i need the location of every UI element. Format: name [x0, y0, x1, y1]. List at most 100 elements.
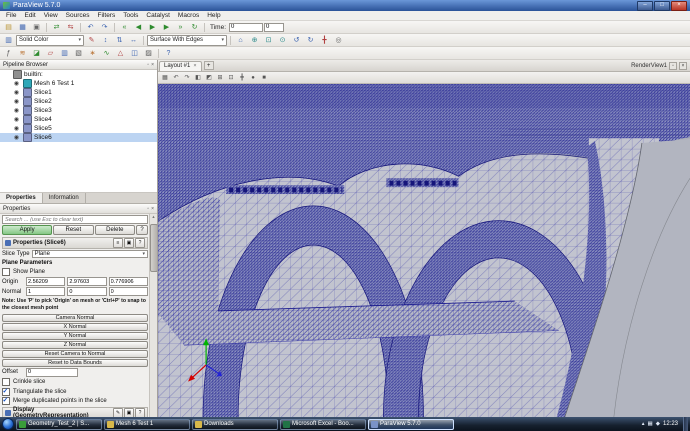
visibility-eye-icon[interactable]: ◉ [12, 107, 21, 114]
display-help-icon[interactable]: ? [135, 408, 145, 417]
menu-catalyst[interactable]: Catalyst [142, 12, 173, 19]
connect-server-icon[interactable]: ⇄ [50, 21, 63, 33]
save-state-icon[interactable]: ▦ [16, 21, 29, 33]
properties-scrollbar[interactable]: ▲ [149, 214, 157, 417]
camera-undo-icon[interactable]: ↶ [171, 73, 181, 82]
interactive-select-cells-icon[interactable]: ╋ [237, 73, 247, 82]
checkbox-icon[interactable] [2, 378, 10, 386]
origin-x-input[interactable] [26, 277, 66, 286]
time-index-input[interactable] [264, 22, 285, 32]
interactive-select-points-icon[interactable]: ● [248, 73, 258, 82]
undo-icon[interactable]: ↶ [84, 21, 97, 33]
reset-button[interactable]: Reset [53, 225, 94, 235]
show-plane-checkbox[interactable] [2, 267, 10, 276]
vcr-next-frame-icon[interactable]: ▶ [160, 21, 173, 33]
rotate-left-90-icon[interactable]: ↺ [290, 34, 303, 46]
copy-properties-icon[interactable]: ≡ [113, 238, 123, 248]
close-view-icon[interactable]: × [679, 61, 687, 70]
visibility-eye-icon[interactable]: ◉ [12, 89, 21, 96]
normal-x-input[interactable] [26, 287, 66, 296]
menu-view[interactable]: View [40, 12, 62, 19]
undock-icon[interactable]: ▫ [147, 206, 149, 212]
visibility-eye-icon[interactable]: ◉ [12, 98, 21, 105]
zoom-to-data-icon[interactable]: ⊕ [248, 34, 261, 46]
select-cells-on-icon[interactable]: ◧ [193, 73, 203, 82]
copy-display-icon[interactable]: ▣ [124, 408, 134, 417]
glyph-filter-icon[interactable]: ∗ [86, 47, 99, 59]
color-legend-icon[interactable]: ▥ [2, 34, 15, 46]
title-bar[interactable]: ParaView 5.7.0 – □ × [0, 0, 690, 11]
select-cells-through-icon[interactable]: ⊞ [215, 73, 225, 82]
menu-tools[interactable]: Tools [119, 12, 142, 19]
warp-filter-icon[interactable]: △ [114, 47, 127, 59]
extract-level-filter-icon[interactable]: ▨ [142, 47, 155, 59]
search-input[interactable] [2, 215, 148, 224]
calculator-filter-icon[interactable]: ƒ [2, 47, 15, 59]
close-dock-icon[interactable]: × [151, 206, 154, 212]
reset-to-data-bounds-button[interactable]: Reset to Data Bounds [2, 358, 148, 367]
pipeline-item-mesh-6-test-1[interactable]: ◉ Mesh 6 Test 1 [0, 79, 157, 88]
stream-tracer-filter-icon[interactable]: ∿ [100, 47, 113, 59]
vcr-previous-frame-icon[interactable]: ◀ [132, 21, 145, 33]
clip-filter-icon[interactable]: ◪ [30, 47, 43, 59]
representation-toolbar-select[interactable]: Surface With Edges ▾ [147, 34, 227, 46]
taskbar-button-paraview-5-7-0[interactable]: ParaView 5.7.0 [368, 418, 454, 430]
slice-type-select[interactable]: Plane ▾ [31, 250, 148, 258]
capture-screenshot-icon[interactable]: ▣ [30, 21, 43, 33]
threshold-filter-icon[interactable]: ▥ [58, 47, 71, 59]
center-axes-visibility-icon[interactable]: ◎ [332, 34, 345, 46]
z-normal-button[interactable]: Z Normal [2, 340, 148, 349]
checkbox-icon[interactable] [2, 387, 10, 396]
slice-filter-icon[interactable]: ▱ [44, 47, 57, 59]
edit-color-map-icon[interactable]: ✎ [85, 34, 98, 46]
y-normal-button[interactable]: Y Normal [2, 331, 148, 340]
render-viewport[interactable] [158, 84, 690, 417]
clock[interactable]: 12:23 [663, 421, 678, 427]
show-desktop-button[interactable] [683, 417, 688, 431]
tab-properties[interactable]: Properties [0, 193, 43, 203]
origin-y-input[interactable] [67, 277, 107, 286]
network-icon[interactable]: ▦ [648, 421, 653, 427]
pipeline-item-slice1[interactable]: ◉ Slice1 [0, 88, 157, 97]
vcr-play-icon[interactable]: ▶ [146, 21, 159, 33]
checkbox-row-merge-duplicated-points-in-the-slice[interactable]: Merge duplicated points in the slice [2, 396, 148, 405]
reset-camera-closest-icon[interactable]: ⊙ [276, 34, 289, 46]
reset-camera-to-normal-button[interactable]: Reset Camera to Normal [2, 349, 148, 358]
zoom-to-box-icon[interactable]: ⊡ [262, 34, 275, 46]
menu-filters[interactable]: Filters [94, 12, 120, 19]
show-plane-row[interactable]: Show Plane [2, 267, 148, 276]
close-tab-icon[interactable]: × [193, 63, 196, 69]
filters-help-icon[interactable]: ? [162, 47, 175, 59]
normal-y-input[interactable] [67, 287, 107, 296]
maximize-button[interactable]: □ [654, 0, 670, 11]
pipeline-item-slice6[interactable]: ◉ Slice6 [0, 133, 157, 142]
pipeline-item-slice5[interactable]: ◉ Slice5 [0, 124, 157, 133]
tab-information[interactable]: Information [43, 193, 86, 203]
camera-redo-icon[interactable]: ↷ [182, 73, 192, 82]
x-normal-button[interactable]: X Normal [2, 322, 148, 331]
checkbox-icon[interactable] [2, 396, 10, 405]
rescale-to-data-range-icon[interactable]: ↕ [99, 34, 112, 46]
pipeline-item-slice2[interactable]: ◉ Slice2 [0, 97, 157, 106]
hover-cells-icon[interactable]: ■ [259, 73, 269, 82]
tray-expand-icon[interactable]: ▴ [642, 421, 645, 427]
section-help-icon[interactable]: ? [135, 238, 145, 248]
visibility-eye-icon[interactable]: ◉ [12, 116, 21, 123]
redo-icon[interactable]: ↷ [98, 21, 111, 33]
scrollbar-thumb[interactable] [150, 224, 157, 272]
start-button[interactable] [2, 418, 14, 430]
visibility-eye-icon[interactable]: ◉ [12, 80, 21, 87]
open-file-icon[interactable]: ▤ [2, 21, 15, 33]
view-capture-icon[interactable]: ▦ [160, 73, 170, 82]
rotate-right-90-icon[interactable]: ↻ [304, 34, 317, 46]
select-points-on-icon[interactable]: ◩ [204, 73, 214, 82]
apply-button[interactable]: Apply [2, 225, 53, 235]
layout-tab[interactable]: Layout #1 × [159, 60, 202, 71]
menu-macros[interactable]: Macros [174, 12, 203, 19]
edit-display-icon[interactable]: ✎ [113, 408, 123, 417]
undock-icon[interactable]: ▫ [147, 62, 149, 68]
checkbox-row-crinkle-slice[interactable]: Crinkle slice [2, 378, 148, 386]
split-view-icon[interactable]: ▫ [669, 61, 677, 70]
volume-icon[interactable]: ◆ [656, 421, 660, 427]
color-by-select[interactable]: Solid Color ▾ [16, 34, 84, 46]
